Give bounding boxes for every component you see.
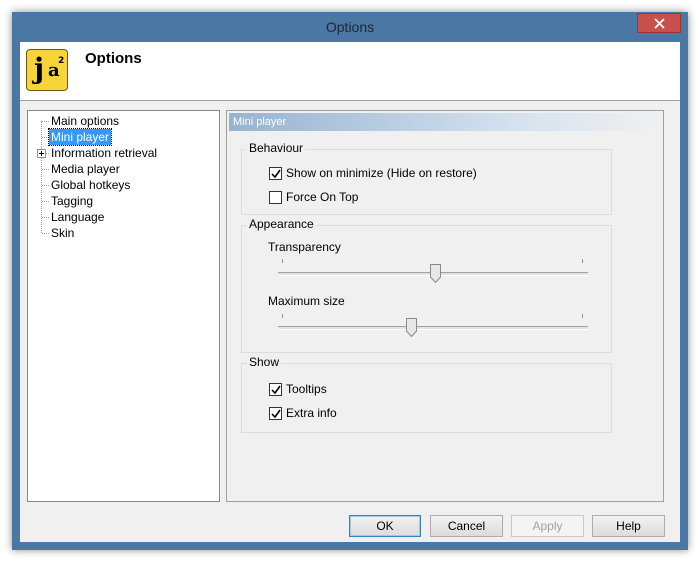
show-on-minimize-label: Show on minimize (Hide on restore) xyxy=(286,166,477,180)
behaviour-group: Behaviour Show on minimize (Hide on rest… xyxy=(241,141,612,215)
tree-item-mini-player[interactable]: Mini player xyxy=(47,128,113,146)
tree-item-main-options[interactable]: Main options xyxy=(49,113,121,129)
tree-item-information-retrieval[interactable]: Information retrieval xyxy=(49,145,159,161)
tree-item-language[interactable]: Language xyxy=(49,209,106,225)
close-icon xyxy=(654,18,665,29)
show-group-label: Show xyxy=(247,355,282,369)
maximum-size-slider-thumb[interactable] xyxy=(406,318,417,337)
app-logo-icon: j a 2 xyxy=(26,49,68,91)
settings-panel: Mini player Behaviour Show on minimize (… xyxy=(226,110,664,502)
help-button[interactable]: Help xyxy=(592,515,665,537)
checkmark-icon xyxy=(271,169,281,179)
behaviour-group-label: Behaviour xyxy=(247,141,306,155)
expand-plus-icon[interactable] xyxy=(37,149,46,158)
dialog-client: j a 2 Options Main options Mini player I… xyxy=(20,42,680,542)
title-bar[interactable]: Options xyxy=(12,12,688,42)
appearance-group: Appearance Transparency Maximum size xyxy=(241,217,612,353)
options-window: Options j a 2 Options Main options Mini … xyxy=(12,12,688,550)
show-group: Show Tooltips Extra info xyxy=(241,355,612,433)
transparency-slider-thumb[interactable] xyxy=(430,264,441,283)
tree-item-skin[interactable]: Skin xyxy=(49,225,76,241)
page-title: Options xyxy=(85,50,142,67)
maximum-size-slider-track[interactable] xyxy=(278,326,588,330)
tooltips-label: Tooltips xyxy=(286,382,327,396)
panel-header: Mini player xyxy=(229,113,661,131)
checkmark-icon xyxy=(271,385,281,395)
checkmark-icon xyxy=(271,409,281,419)
appearance-group-label: Appearance xyxy=(247,217,316,231)
window-title: Options xyxy=(325,19,375,35)
extra-info-label: Extra info xyxy=(286,406,337,420)
options-tree[interactable]: Main options Mini player Information ret… xyxy=(27,110,220,502)
close-button[interactable] xyxy=(637,13,681,33)
force-on-top-label: Force On Top xyxy=(286,190,359,204)
tree-item-media-player[interactable]: Media player xyxy=(49,161,122,177)
apply-button[interactable]: Apply xyxy=(511,515,584,537)
tree-item-tagging[interactable]: Tagging xyxy=(49,193,95,209)
tree-item-global-hotkeys[interactable]: Global hotkeys xyxy=(49,177,132,193)
ok-button[interactable]: OK xyxy=(349,515,421,537)
transparency-label: Transparency xyxy=(268,240,341,254)
dialog-header: j a 2 Options xyxy=(20,42,680,101)
cancel-button[interactable]: Cancel xyxy=(430,515,503,537)
maximum-size-label: Maximum size xyxy=(268,294,345,308)
